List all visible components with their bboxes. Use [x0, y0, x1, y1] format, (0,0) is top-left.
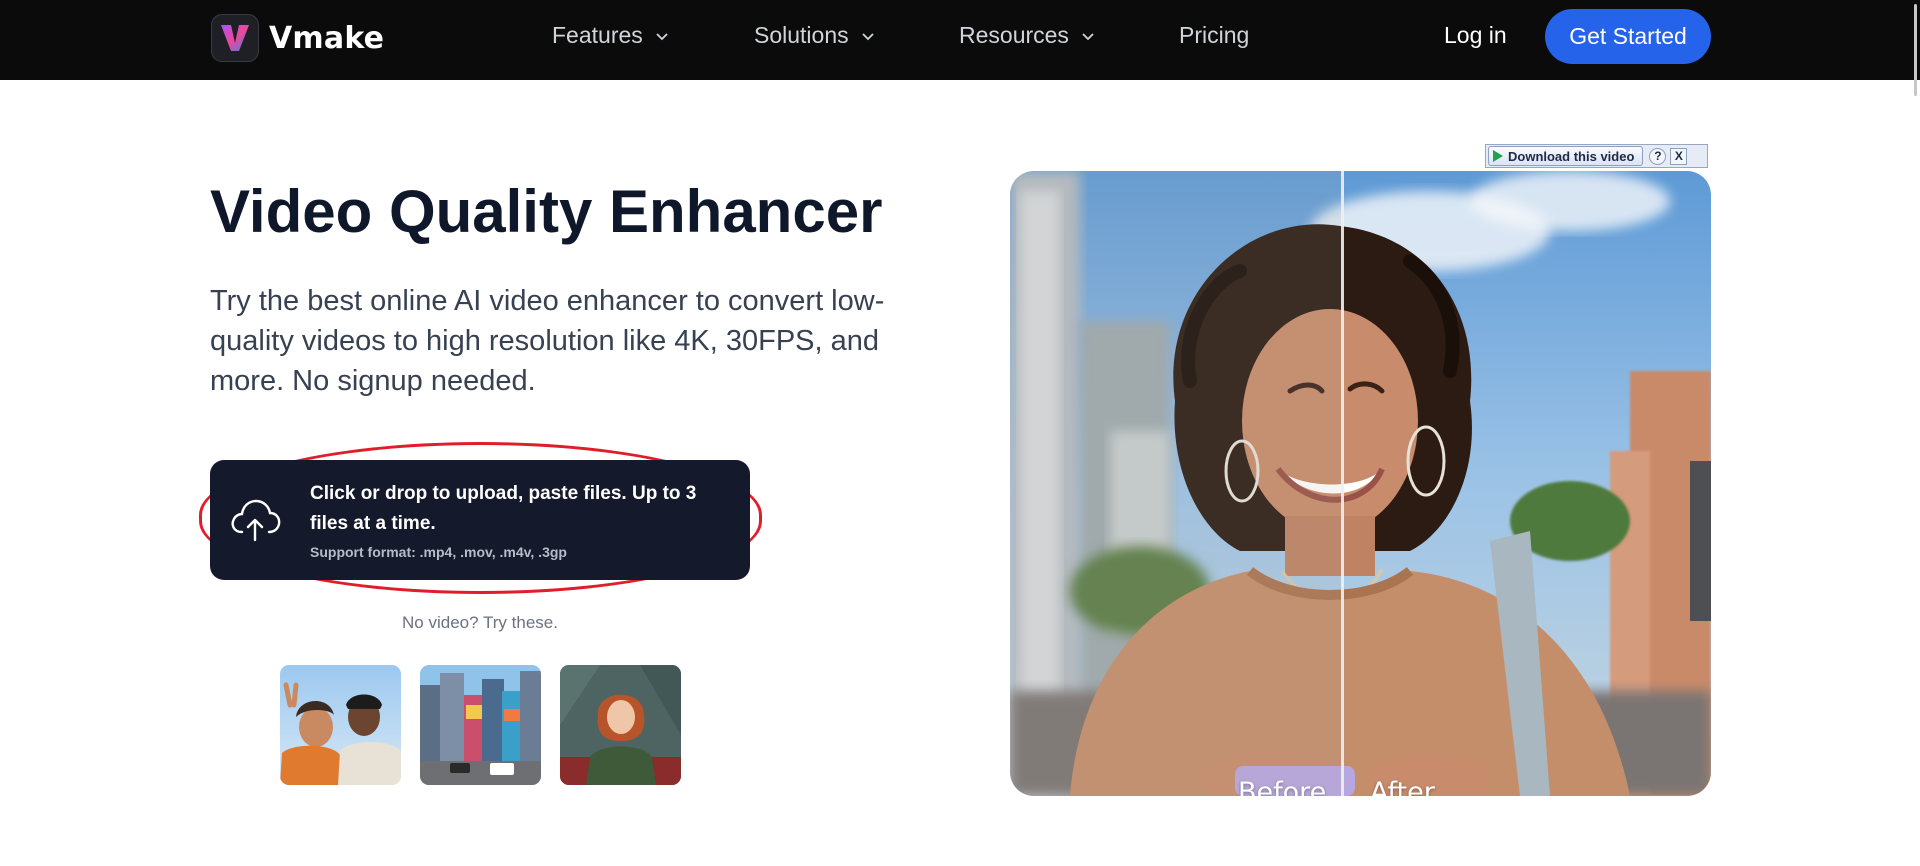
hero-subtitle: Try the best online AI video enhancer to… [210, 285, 885, 397]
nav-solutions-label: Solutions [754, 22, 849, 48]
vmake-logo-icon [211, 14, 259, 62]
sample-video-friends[interactable] [280, 665, 401, 785]
logo-text: Vmake [269, 20, 385, 56]
chevron-down-icon [656, 32, 668, 40]
upload-instructions: Click or drop to upload, paste files. Up… [310, 483, 697, 534]
after-label: After [1370, 777, 1435, 796]
help-icon[interactable]: ? [1649, 147, 1667, 165]
before-label: Before [1238, 777, 1327, 796]
upload-dropzone[interactable]: Click or drop to upload, paste files. Up… [210, 460, 750, 580]
sample-video-woman[interactable] [560, 665, 681, 785]
scrollbar-thumb[interactable] [1914, 4, 1917, 96]
top-navbar: Vmake Features Solutions Resources Prici… [0, 0, 1920, 80]
chevron-down-icon [1082, 32, 1094, 40]
download-video-label: Download this video [1508, 148, 1635, 164]
sample-video-city[interactable] [420, 665, 541, 785]
close-icon[interactable]: X [1670, 147, 1688, 165]
play-icon [1493, 150, 1503, 162]
before-after-preview[interactable]: Before After [1010, 171, 1711, 796]
try-samples-text: No video? Try these. [402, 613, 558, 632]
chevron-down-icon [861, 32, 874, 40]
nav-resources[interactable]: Resources [959, 22, 1095, 49]
nav-resources-label: Resources [959, 22, 1069, 48]
login-link[interactable]: Log in [1444, 22, 1507, 49]
preview-image [1010, 171, 1711, 796]
page-scrollbar[interactable] [1912, 0, 1920, 866]
nav-solutions[interactable]: Solutions [754, 22, 875, 49]
cloud-upload-icon [231, 499, 281, 542]
get-started-button[interactable]: Get Started [1545, 9, 1711, 64]
download-video-button[interactable]: Download this video [1488, 146, 1644, 166]
page-title: Video Quality Enhancer [210, 178, 883, 245]
nav-pricing-label: Pricing [1179, 22, 1250, 48]
supported-formats: Support format: .mp4, .mov, .m4v, .3gp [310, 544, 567, 560]
nav-features[interactable]: Features [552, 22, 669, 49]
nav-features-label: Features [552, 22, 643, 48]
download-video-bar: Download this video ? X [1485, 144, 1708, 168]
nav-pricing[interactable]: Pricing [1179, 22, 1249, 49]
vmake-logo[interactable]: Vmake [211, 14, 384, 62]
